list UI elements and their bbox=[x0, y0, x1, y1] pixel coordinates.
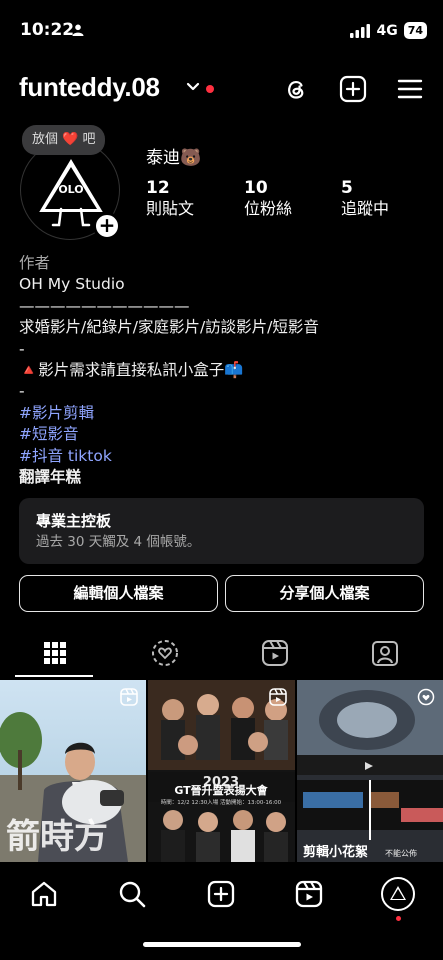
create-icon[interactable] bbox=[338, 74, 368, 104]
bio-line: 🔺影片需求請直接私訊小盒子📫 bbox=[19, 361, 244, 380]
menu-icon[interactable] bbox=[395, 74, 425, 104]
liked-reel-badge-icon bbox=[417, 688, 435, 706]
post-thumbnail-man: 箭時方 bbox=[0, 680, 146, 862]
following-stat[interactable]: 5 追蹤中 bbox=[341, 178, 389, 220]
post-thumbnail-editing: 剪輯小花絮 不能公佈 bbox=[297, 680, 443, 862]
nav-search[interactable] bbox=[114, 876, 150, 912]
search-icon bbox=[119, 881, 146, 908]
post-thumbnail-event: 2023 GT晉升暨表揚大會 時間：12/2 12:30入場 活動開始：13:0… bbox=[148, 680, 295, 862]
profile-notification-dot bbox=[396, 916, 401, 921]
bio-line: ——————————— bbox=[19, 296, 190, 315]
followers-count: 10 bbox=[244, 178, 268, 198]
notification-dot bbox=[206, 85, 214, 93]
share-profile-button[interactable]: 分享個人檔案 bbox=[225, 575, 424, 612]
svg-text:箭時方: 箭時方 bbox=[6, 817, 108, 857]
reels-heart-icon bbox=[152, 640, 178, 666]
grid-post[interactable]: 2023 GT晉升暨表揚大會 時間：12/2 12:30入場 活動開始：13:0… bbox=[148, 680, 295, 862]
grid-icon bbox=[44, 642, 66, 664]
signal-icon bbox=[350, 23, 371, 38]
tagged-icon bbox=[372, 641, 398, 666]
profile-header: funteddy.08 bbox=[0, 70, 443, 110]
bio-category: 作者 bbox=[19, 254, 51, 272]
grid-post[interactable]: 箭時方 bbox=[0, 680, 146, 862]
home-indicator bbox=[143, 942, 301, 947]
hashtag-link[interactable]: #抖音 tiktok bbox=[19, 446, 429, 467]
nav-create[interactable] bbox=[203, 876, 239, 912]
nav-home[interactable] bbox=[26, 876, 62, 912]
profile-avatar-icon bbox=[381, 877, 415, 911]
logo-text: OLO bbox=[58, 183, 83, 196]
posts-stat[interactable]: 12 則貼文 bbox=[146, 178, 194, 220]
display-name: 泰迪🐻 bbox=[146, 148, 202, 168]
create-icon bbox=[207, 880, 235, 908]
post-title: GT晉升暨表揚大會 bbox=[174, 783, 268, 797]
home-icon bbox=[31, 881, 57, 907]
chevron-down-icon[interactable] bbox=[186, 82, 200, 92]
status-bar: 10:22 4G 74 bbox=[0, 0, 443, 62]
posts-label: 則貼文 bbox=[146, 199, 195, 218]
bio-line: OH My Studio bbox=[19, 275, 125, 294]
post-badge: 不能公佈 bbox=[385, 848, 417, 858]
translate-link[interactable]: 翻譯年糕 bbox=[19, 467, 429, 488]
username[interactable]: funteddy.08 bbox=[19, 72, 160, 103]
battery-indicator: 74 bbox=[403, 22, 427, 39]
nav-profile[interactable] bbox=[380, 876, 416, 912]
reel-badge-icon bbox=[269, 688, 287, 706]
status-time: 10:22 bbox=[20, 20, 75, 40]
network-label: 4G bbox=[376, 22, 398, 39]
active-tab-indicator bbox=[15, 675, 93, 677]
dashboard-subtitle: 過去 30 天觸及 4 個帳號。 bbox=[36, 534, 201, 550]
bio-line: - bbox=[19, 382, 25, 401]
profile-tabs bbox=[0, 630, 443, 677]
bio-line: 求婚影片/紀錄片/家庭影片/訪談影片/短影音 bbox=[19, 318, 319, 337]
following-count: 5 bbox=[341, 178, 353, 198]
reels-icon bbox=[262, 640, 288, 666]
bio-line: - bbox=[19, 339, 25, 358]
threads-icon[interactable] bbox=[281, 74, 311, 104]
post-caption: 剪輯小花絮 bbox=[303, 844, 368, 860]
professional-dashboard[interactable]: 專業主控板 過去 30 天觸及 4 個帳號。 bbox=[19, 498, 424, 564]
add-story-button[interactable]: + bbox=[93, 212, 121, 240]
tab-tagged[interactable] bbox=[330, 630, 440, 676]
tab-reels-liked[interactable] bbox=[110, 630, 220, 676]
hashtag-link[interactable]: #短影音 bbox=[19, 424, 429, 445]
edit-profile-button[interactable]: 編輯個人檔案 bbox=[19, 575, 218, 612]
tab-reels[interactable] bbox=[220, 630, 330, 676]
post-detail: 時間：12/2 12:30入場 活動開始：13:00-16:00 bbox=[161, 798, 282, 806]
note-bubble[interactable]: 放個 ❤️ 吧 bbox=[22, 125, 106, 155]
followers-label: 位粉絲 bbox=[244, 199, 293, 218]
grid-post[interactable]: 剪輯小花絮 不能公佈 bbox=[297, 680, 443, 862]
bottom-nav bbox=[0, 862, 443, 960]
followers-stat[interactable]: 10 位粉絲 bbox=[244, 178, 292, 220]
tab-posts[interactable] bbox=[0, 630, 110, 676]
post-grid: 箭時方 2023 GT晉升暨表揚大會 時間：12/2 12:30入場 活動開始：… bbox=[0, 680, 443, 862]
following-label: 追蹤中 bbox=[341, 199, 390, 218]
dashboard-title: 專業主控板 bbox=[36, 512, 112, 530]
bio: 作者 OH My Studio ——————————— 求婚影片/紀錄片/家庭影… bbox=[19, 253, 429, 488]
person-icon bbox=[72, 24, 84, 36]
reel-badge-icon bbox=[120, 688, 138, 706]
posts-count: 12 bbox=[146, 178, 170, 198]
hashtag-link[interactable]: #影片剪輯 bbox=[19, 403, 429, 424]
nav-reels[interactable] bbox=[291, 876, 327, 912]
reels-icon bbox=[295, 880, 323, 908]
